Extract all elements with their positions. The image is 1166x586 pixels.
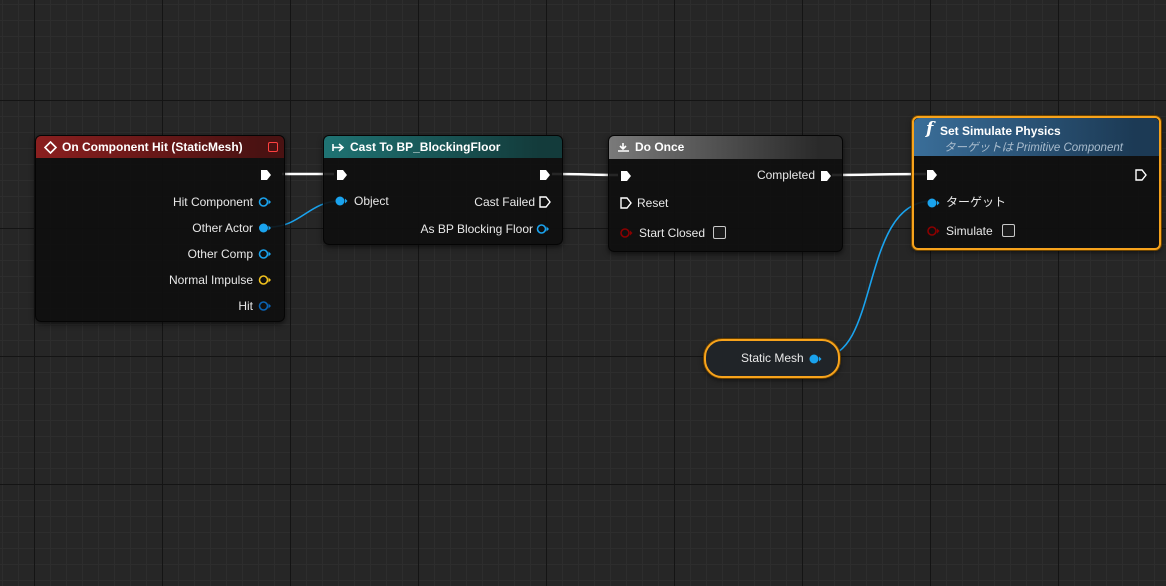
- node-title: Set Simulate Physics: [940, 124, 1061, 138]
- node-header[interactable]: On Component Hit (StaticMesh): [36, 136, 284, 158]
- node-title: Do Once: [635, 140, 685, 154]
- node-title: Cast To BP_BlockingFloor: [350, 140, 501, 154]
- start-closed-checkbox[interactable]: [713, 226, 726, 239]
- exec-out-pin[interactable]: [1134, 168, 1148, 182]
- pin-label-reset: Reset: [637, 196, 669, 210]
- pin-label-other-comp: Other Comp: [187, 247, 253, 261]
- cast-node-bp-blocking-floor[interactable]: Cast To BP_BlockingFloor Object Cast Fai…: [323, 135, 563, 245]
- simulate-checkbox[interactable]: [1002, 224, 1015, 237]
- exec-out-pin[interactable]: [259, 168, 273, 182]
- node-header[interactable]: Do Once: [609, 136, 842, 159]
- macro-icon: [618, 143, 629, 152]
- exec-in-pin[interactable]: [619, 169, 633, 183]
- event-node-on-component-hit[interactable]: On Component Hit (StaticMesh) Hit Compon…: [35, 135, 285, 322]
- start-closed-bool-pin[interactable]: [619, 227, 633, 239]
- hit-component-pin-icon[interactable]: [258, 196, 272, 208]
- exec-in-pin[interactable]: [925, 168, 939, 182]
- exec-out-pin[interactable]: [538, 168, 552, 182]
- variable-node-static-mesh[interactable]: Static Mesh: [704, 339, 840, 378]
- variable-label: Static Mesh: [741, 351, 804, 365]
- pin-label-as-bp-blocking-floor: As BP Blocking Floor: [420, 222, 534, 236]
- function-node-set-simulate-physics[interactable]: f Set Simulate Physics ターゲットは Primitive …: [912, 116, 1161, 250]
- pin-label-normal-impulse: Normal Impulse: [168, 273, 253, 287]
- normal-impulse-pin-icon[interactable]: [258, 274, 272, 286]
- node-title: On Component Hit (StaticMesh): [62, 140, 243, 154]
- cast-arrow-icon: [332, 143, 345, 152]
- do-once-node[interactable]: Do Once Completed Reset Start Closed: [608, 135, 843, 252]
- pin-label-simulate: Simulate: [946, 224, 993, 238]
- exec-in-pin[interactable]: [335, 168, 349, 182]
- as-bp-blocking-floor-pin-icon[interactable]: [536, 223, 550, 235]
- reset-exec-in-pin[interactable]: [619, 196, 633, 210]
- object-pin-icon[interactable]: [334, 195, 348, 207]
- node-subtitle: ターゲットは Primitive Component: [944, 142, 1123, 154]
- other-actor-pin-icon[interactable]: [258, 222, 272, 234]
- function-f-icon: f: [926, 119, 934, 139]
- hit-pin-icon[interactable]: [258, 300, 272, 312]
- event-diamond-icon: [44, 141, 57, 154]
- pin-label-start-closed: Start Closed: [639, 226, 706, 240]
- delegate-pin-icon[interactable]: [268, 142, 278, 152]
- completed-exec-out-pin[interactable]: [819, 169, 833, 183]
- pin-label-hit: Hit: [238, 299, 253, 313]
- target-pin-icon[interactable]: [926, 197, 940, 209]
- pin-label-cast-failed: Cast Failed: [474, 195, 535, 209]
- static-mesh-out-pin[interactable]: [808, 353, 822, 365]
- pin-label-other-actor: Other Actor: [192, 221, 253, 235]
- other-comp-pin-icon[interactable]: [258, 248, 272, 260]
- pin-label-completed: Completed: [756, 168, 815, 182]
- simulate-bool-pin[interactable]: [926, 225, 940, 237]
- cast-failed-exec-pin[interactable]: [538, 195, 552, 209]
- pin-label-object: Object: [354, 194, 389, 208]
- node-header[interactable]: f Set Simulate Physics ターゲットは Primitive …: [914, 118, 1159, 156]
- pin-label-target: ターゲット: [946, 195, 1007, 209]
- pin-label-hit-component: Hit Component: [172, 195, 253, 209]
- node-header[interactable]: Cast To BP_BlockingFloor: [324, 136, 562, 158]
